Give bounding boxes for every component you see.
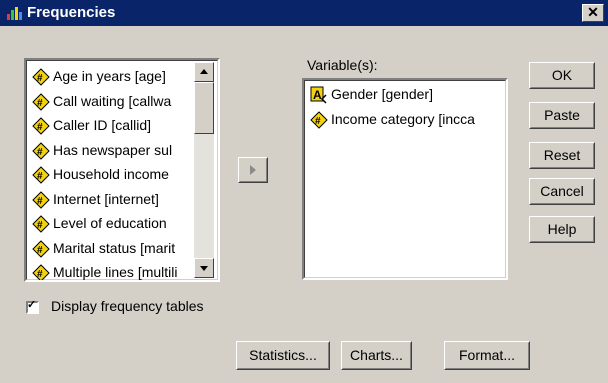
scroll-thumb[interactable] — [194, 82, 214, 134]
close-icon: ✕ — [587, 4, 599, 20]
scale-variable-icon: # — [32, 240, 50, 258]
list-item[interactable]: # Caller ID [callid] — [32, 114, 151, 136]
svg-text:#: # — [37, 245, 43, 256]
display-frequency-tables-checkbox[interactable]: ✓ — [26, 299, 39, 314]
cancel-button[interactable]: Cancel — [529, 178, 595, 205]
list-item-label: Internet [internet] — [53, 190, 159, 207]
svg-text:#: # — [37, 147, 43, 158]
list-item-label: Age in years [age] — [53, 68, 166, 84]
variables-label: Variable(s): — [307, 57, 378, 73]
help-button[interactable]: Help — [529, 216, 595, 243]
scale-variable-icon: # — [32, 142, 50, 160]
list-item[interactable]: # Level of education — [32, 212, 167, 234]
svg-text:#: # — [37, 196, 43, 207]
source-list-scrollbar[interactable] — [194, 62, 214, 278]
scale-variable-icon: # — [32, 166, 50, 185]
list-item-label: Marital status [marit — [53, 239, 176, 256]
scale-variable-icon: # — [32, 215, 50, 234]
scale-variable-icon: # — [32, 68, 50, 87]
list-item[interactable]: A Gender [gender] — [310, 83, 433, 105]
list-item[interactable]: # Household income — [32, 163, 169, 185]
scale-variable-icon: # — [32, 191, 50, 209]
scroll-down-button[interactable] — [194, 258, 214, 278]
list-item-label: Caller ID [callid] — [53, 117, 152, 133]
svg-text:#: # — [37, 269, 43, 280]
svg-text:#: # — [37, 220, 43, 231]
source-variable-list[interactable]: # Age in years [age] # Call waiting [callwa… — [24, 58, 220, 282]
list-item[interactable]: # Call waiting [callwa — [32, 90, 171, 112]
scroll-up-button[interactable] — [194, 62, 214, 82]
scale-variable-icon: # — [32, 93, 50, 111]
scale-variable-icon: # — [310, 111, 328, 130]
svg-text:#: # — [37, 98, 43, 109]
statistics-button[interactable]: Statistics... — [236, 341, 330, 370]
ok-button[interactable]: OK — [529, 62, 595, 89]
move-variable-button[interactable] — [238, 157, 268, 183]
charts-button[interactable]: Charts... — [341, 341, 412, 370]
list-item[interactable]: # Internet [internet] — [32, 188, 159, 210]
list-item[interactable]: # Marital status [marit — [32, 237, 175, 259]
selected-variables-list[interactable]: A Gender [gender] # Income category [incca — [302, 78, 508, 280]
list-item-label: Gender [gender] — [331, 86, 433, 102]
frequencies-dialog: Frequencies ✕ # Age in years [age] # Call w… — [0, 0, 608, 383]
svg-text:#: # — [37, 122, 43, 133]
arrow-right-icon — [250, 165, 256, 175]
svg-text:#: # — [37, 171, 43, 182]
display-frequency-tables-label: Display frequency tables — [51, 298, 204, 314]
list-item-label: Household income — [53, 166, 169, 182]
format-button[interactable]: Format... — [444, 341, 530, 370]
list-item-label: Call waiting [callwa — [53, 92, 172, 109]
list-item-label: Level of education — [53, 215, 167, 231]
arrow-down-icon — [200, 266, 208, 271]
scale-variable-icon: # — [32, 117, 50, 136]
close-button[interactable]: ✕ — [582, 4, 604, 22]
title-bar[interactable]: Frequencies ✕ — [0, 0, 608, 26]
list-item-label: Income category [incca — [331, 111, 475, 127]
list-item[interactable]: # Income category [incca — [310, 108, 475, 130]
svg-text:#: # — [37, 73, 43, 84]
reset-button[interactable]: Reset — [529, 142, 595, 169]
arrow-up-icon — [200, 69, 208, 74]
list-item[interactable]: # Age in years [age] — [32, 65, 166, 87]
list-item-label: Multiple lines [multili — [53, 264, 178, 280]
checkmark-icon: ✓ — [27, 299, 37, 311]
string-variable-icon: A — [310, 86, 327, 104]
svg-text:#: # — [315, 116, 321, 127]
list-item[interactable]: # Has newspaper sul — [32, 139, 172, 161]
paste-button[interactable]: Paste — [529, 102, 595, 129]
scale-variable-icon: # — [32, 264, 50, 280]
list-item-label: Has newspaper sul — [53, 141, 173, 158]
list-item[interactable]: # Multiple lines [multili — [32, 261, 178, 280]
spss-app-icon — [7, 7, 22, 20]
dialog-title: Frequencies — [27, 4, 116, 21]
svg-text:A: A — [313, 88, 322, 102]
